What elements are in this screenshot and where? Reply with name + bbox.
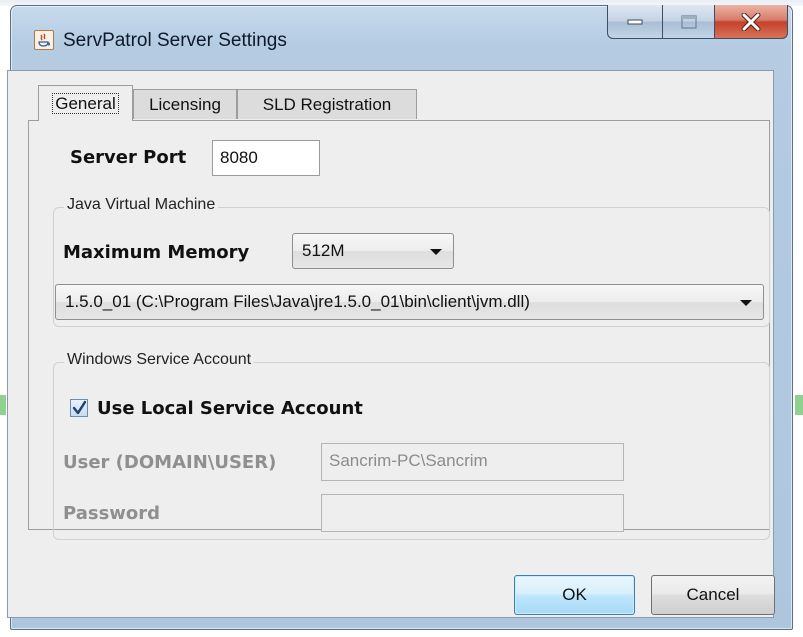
desktop-background-edge: [0, 395, 6, 415]
jvm-group-title: Java Virtual Machine: [64, 196, 219, 214]
server-port-label: Server Port: [70, 147, 187, 168]
use-local-account-label[interactable]: Use Local Service Account: [97, 398, 363, 419]
service-account-group-title: Windows Service Account: [64, 351, 255, 369]
title-bar[interactable]: ServPatrol Server Settings: [11, 5, 792, 76]
tab-general[interactable]: General: [38, 85, 133, 121]
desktop-background-edge: [795, 395, 803, 415]
maximize-button[interactable]: [662, 5, 715, 39]
window-controls: [607, 5, 788, 39]
tab-licensing-label: Licensing: [149, 95, 221, 114]
chevron-down-icon: [430, 249, 442, 255]
ok-button[interactable]: OK: [514, 575, 635, 615]
window-title: ServPatrol Server Settings: [63, 30, 287, 51]
tab-licensing[interactable]: Licensing: [133, 89, 237, 119]
server-port-input[interactable]: 8080: [212, 140, 320, 176]
tab-sld-registration[interactable]: SLD Registration: [237, 89, 417, 119]
close-icon: [741, 12, 761, 31]
cancel-button[interactable]: Cancel: [651, 575, 775, 615]
maximize-icon: [680, 14, 697, 29]
user-label: User (DOMAIN\USER): [63, 452, 277, 473]
tab-sld-registration-label: SLD Registration: [262, 95, 392, 114]
max-memory-label: Maximum Memory: [63, 242, 250, 263]
minimize-button[interactable]: [607, 5, 663, 39]
user-input[interactable]: Sancrim-PC\Sancrim: [321, 443, 624, 481]
jvm-select[interactable]: 1.5.0_01 (C:\Program Files\Java\jre1.5.0…: [55, 284, 764, 320]
max-memory-value: 512M: [302, 241, 345, 260]
password-label: Password: [63, 503, 161, 524]
max-memory-select[interactable]: 512M: [292, 233, 454, 269]
close-button[interactable]: [714, 5, 788, 39]
chevron-down-icon: [740, 300, 752, 306]
use-local-account-checkbox[interactable]: [70, 399, 88, 417]
tab-general-label: General: [52, 93, 119, 114]
java-app-icon[interactable]: [34, 30, 54, 50]
minimize-icon: [627, 19, 643, 24]
checkmark-icon: [72, 400, 87, 415]
jvm-select-value: 1.5.0_01 (C:\Program Files\Java\jre1.5.0…: [65, 292, 530, 311]
password-input[interactable]: [321, 494, 624, 532]
